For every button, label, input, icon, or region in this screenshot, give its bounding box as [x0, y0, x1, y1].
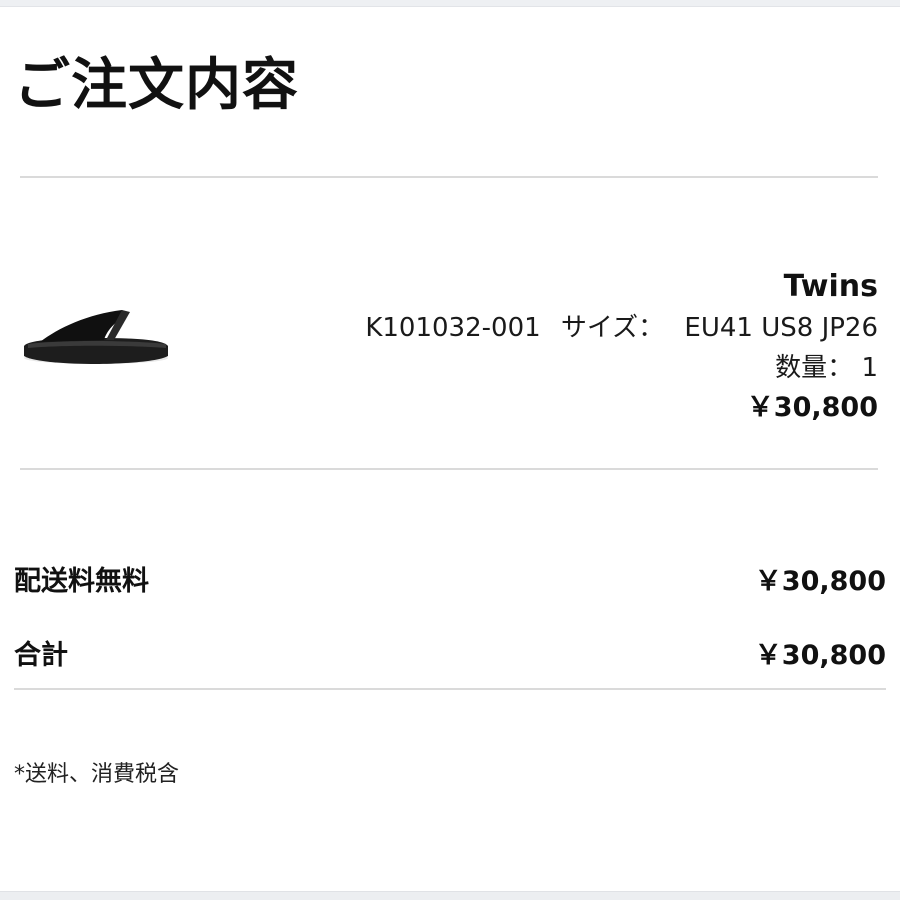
top-edge — [0, 0, 900, 7]
product-details: Twins K101032-001 サイズ： EU41 US8 JP26 数量：… — [365, 266, 878, 428]
shipping-row: 配送料無料 ￥30,800 — [14, 556, 886, 600]
size-label: サイズ： — [560, 313, 665, 343]
quantity-label: 数量： — [775, 353, 854, 383]
tax-note: *送料、消費税含 — [14, 762, 180, 787]
product-meta: K101032-001 サイズ： EU41 US8 JP26 — [365, 308, 878, 348]
product-image — [24, 310, 168, 364]
total-row: 合計 ￥30,800 — [14, 630, 886, 674]
total-label: 合計 — [14, 639, 68, 671]
total-value: ￥30,800 — [754, 639, 886, 671]
quantity: 数量： 1 — [365, 348, 878, 388]
divider — [14, 688, 886, 690]
size-value: EU41 US8 JP26 — [684, 313, 878, 343]
divider — [20, 468, 878, 470]
bottom-edge — [0, 891, 900, 900]
quantity-value: 1 — [861, 353, 878, 383]
shipping-value: ￥30,800 — [754, 565, 886, 597]
page-title: ご注文内容 — [14, 53, 299, 118]
product-name[interactable]: Twins — [365, 266, 878, 308]
divider — [20, 176, 878, 178]
shipping-label: 配送料無料 — [14, 565, 149, 597]
product-sku: K101032-001 — [365, 313, 541, 343]
product-price: ￥30,800 — [746, 392, 878, 423]
order-summary-page: ご注文内容 Twins K101032-001 サイズ： EU41 US8 JP… — [0, 0, 900, 900]
